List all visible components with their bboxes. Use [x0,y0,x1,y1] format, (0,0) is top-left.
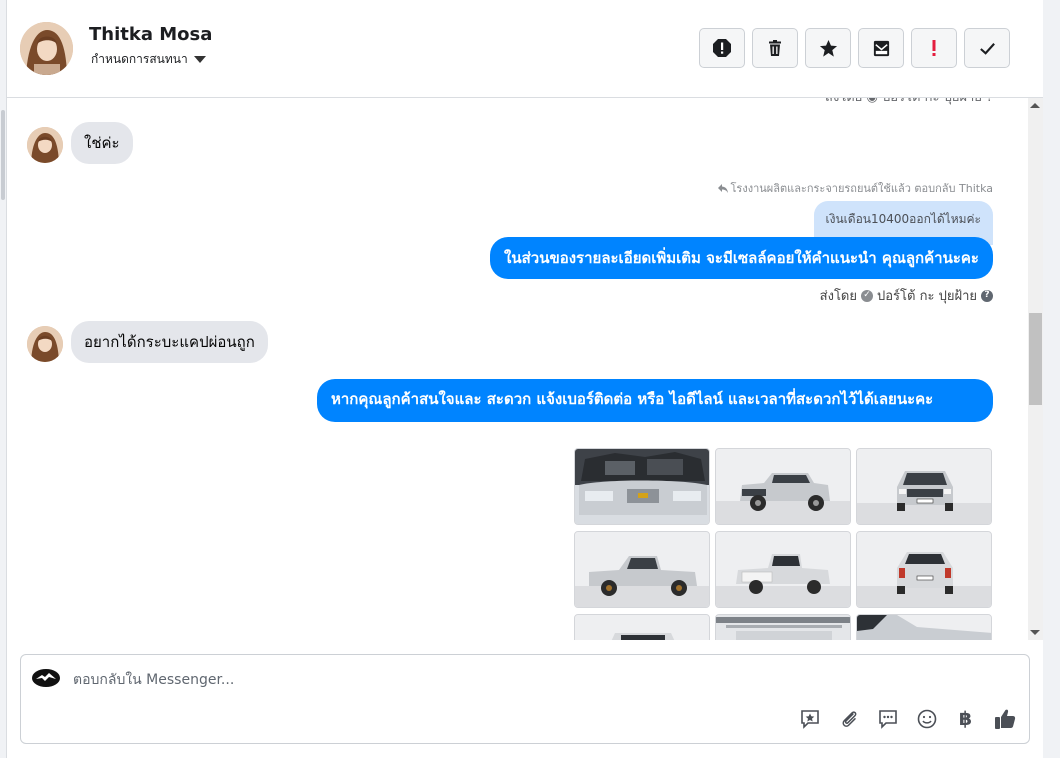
left-scroll-indicator [1,110,5,200]
car-photo-hood[interactable] [856,614,992,640]
move-to-inbox-button[interactable] [858,28,904,68]
scroll-up-arrow-icon[interactable] [1030,103,1040,108]
quick-replies-button[interactable] [875,706,900,731]
car-photo-rear[interactable] [856,531,992,608]
contact-avatar[interactable] [20,22,73,75]
payment-button[interactable]: ฿ [953,706,978,731]
clipped-sent-by-line: ส่งโดย ◉ ปอร์โต้ กะ ปุยฝ้าย ? [825,98,993,107]
contact-avatar-small [27,326,63,362]
baht-icon: ฿ [958,707,973,730]
send-like-button[interactable] [992,706,1017,731]
delete-button[interactable] [752,28,798,68]
saved-reply-button[interactable] [797,706,822,731]
reply-context-label: โรงงานผลิตและกระจายรถยนต์ใช้แล้ว ตอบกลับ… [717,179,993,197]
sent-by-name: ปอร์โต้ กะ ปุยฝ้าย [877,289,977,304]
mark-done-button[interactable] [964,28,1010,68]
emoji-button[interactable] [914,706,939,731]
verified-icon: ✓ [861,289,873,302]
help-icon[interactable]: ? [981,289,993,302]
caret-down-icon [193,56,206,63]
exclamation-icon [932,40,936,56]
message-thread[interactable]: ส่งโดย ◉ ปอร์โต้ กะ ปุยฝ้าย ? ใช่ค่ะ โรง… [7,98,1028,640]
left-panel-edge [0,0,7,758]
smiley-icon [917,709,936,728]
right-panel-edge [1043,0,1060,758]
incoming-message: อยากได้กระบะแคปผ่อนถูก [71,321,268,363]
car-photo-interior[interactable] [574,614,710,640]
reply-icon [717,183,728,193]
attach-file-button[interactable] [836,706,861,731]
warning-icon [713,39,731,57]
conversation-header: Thitka Mosa กำหนดการสนทนา [7,0,1043,98]
message-input[interactable] [73,669,973,691]
saved-reply-icon [800,709,819,729]
outgoing-message: หากคุณลูกค้าสนใจและ สะดวก แจ้งเบอร์ติดต่… [317,379,993,422]
composer-toolbar: ฿ [797,706,1017,731]
page-logo-icon [31,667,61,689]
paperclip-icon [842,710,856,727]
trash-icon [769,40,781,56]
sent-by-prefix: ส่งโดย [819,289,857,304]
sent-by-line: ส่งโดย ✓ ปอร์โต้ กะ ปุยฝ้าย ? [820,285,993,306]
thread-scrollbar[interactable] [1028,98,1043,640]
archive-icon [873,40,889,56]
assign-conversation-dropdown[interactable]: กำหนดการสนทนา [91,50,206,69]
scroll-down-arrow-icon[interactable] [1030,630,1040,635]
car-photo-front[interactable] [856,448,992,525]
star-icon [819,39,837,57]
messenger-inbox: Thitka Mosa กำหนดการสนทนา ใช่ค่ะ โรงงานผ… [0,0,1060,758]
contact-name: Thitka Mosa [89,24,213,45]
reply-composer: ฿ [20,654,1030,744]
contact-avatar-small [27,127,63,163]
incoming-message: ใช่ค่ะ [71,122,133,164]
mark-follow-up-button[interactable] [911,28,957,68]
scrollbar-thumb[interactable] [1029,313,1042,405]
chat-bubble-icon [878,709,897,729]
reply-context-text: โรงงานผลิตและกระจายรถยนต์ใช้แล้ว ตอบกลับ… [730,182,993,195]
car-photo-front-left[interactable] [715,448,851,525]
car-photo-roof[interactable] [715,614,851,640]
photo-attachment-grid [574,448,992,640]
header-actions [699,28,1010,68]
car-photo-side-left[interactable] [574,531,710,608]
assign-label: กำหนดการสนทนา [91,52,188,66]
star-button[interactable] [805,28,851,68]
thumbs-up-icon [994,709,1015,729]
outgoing-message: ในส่วนของรายละเอียดเพิ่มเติม จะมีเซลล์คอ… [490,237,993,279]
car-photo-engine[interactable] [574,448,710,525]
car-photo-rear-left[interactable] [715,531,851,608]
mark-spam-button[interactable] [699,28,745,68]
check-icon [979,42,995,55]
